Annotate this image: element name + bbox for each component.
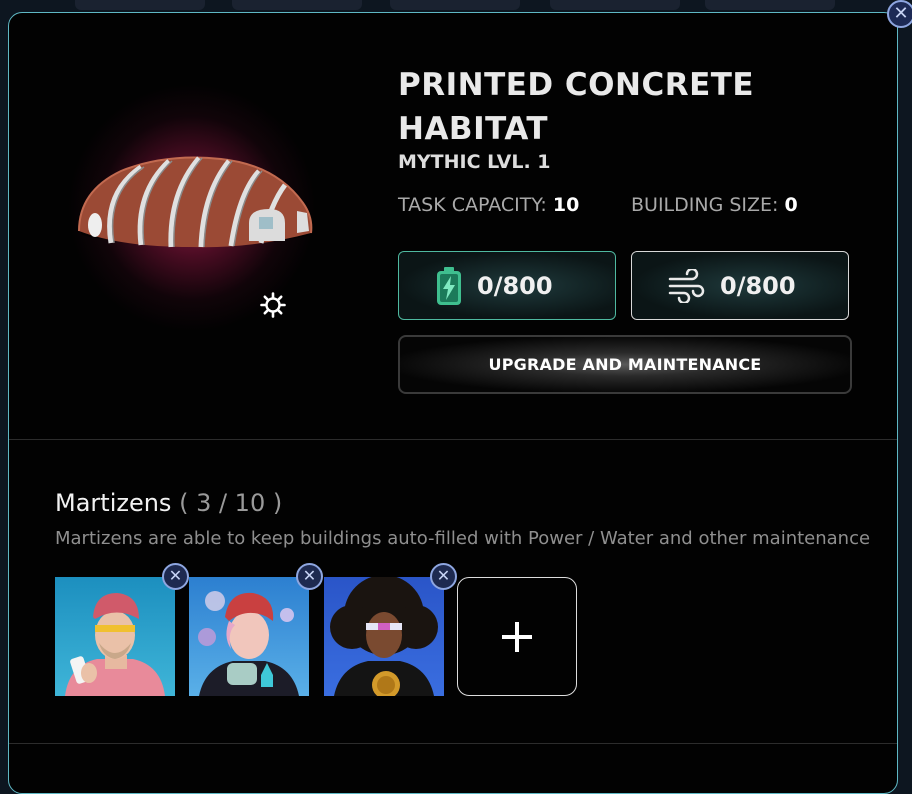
- close-icon[interactable]: ✕: [887, 0, 912, 28]
- add-martizen-button[interactable]: [457, 577, 577, 696]
- remove-martizen-button[interactable]: ✕: [162, 563, 189, 590]
- background-tile: [75, 0, 205, 10]
- martizens-heading: Martizens ( 3 / 10 ): [55, 489, 282, 517]
- wind-value: 0/800: [720, 271, 796, 300]
- building-size: BUILDING SIZE: 0: [631, 194, 798, 216]
- martizen-avatar[interactable]: [55, 577, 175, 696]
- battery-icon: [435, 266, 463, 306]
- remove-martizen-button[interactable]: ✕: [296, 563, 323, 590]
- background-tile: [705, 0, 835, 10]
- background-tile: [550, 0, 680, 10]
- section-divider: [9, 743, 897, 744]
- building-title: PRINTED CONCRETE HABITAT: [398, 67, 755, 147]
- wind-resource[interactable]: 0/800: [631, 251, 849, 320]
- power-value: 0/800: [477, 271, 553, 300]
- martizens-title: Martizens: [55, 489, 172, 517]
- section-divider: [9, 439, 897, 440]
- background-tile: [232, 0, 362, 10]
- habitat-image: [78, 156, 313, 248]
- task-capacity-value: 10: [552, 194, 580, 216]
- rarity-level: MYTHIC LVL. 1: [398, 151, 551, 173]
- building-size-label: BUILDING SIZE:: [631, 194, 779, 216]
- task-capacity-label: TASK CAPACITY:: [398, 194, 547, 216]
- martizen-avatar[interactable]: [189, 577, 309, 696]
- martizens-description: Martizens are able to keep buildings aut…: [55, 528, 871, 549]
- background-tile: [390, 0, 520, 10]
- martizen-avatar[interactable]: [324, 577, 444, 696]
- plus-icon: [502, 621, 532, 652]
- wind-icon: [668, 268, 706, 303]
- martizens-count: ( 3 / 10 ): [179, 489, 283, 517]
- task-capacity: TASK CAPACITY: 10: [398, 194, 579, 216]
- building-modal: PRINTED CONCRETE HABITAT MYTHIC LVL. 1 T…: [8, 12, 898, 794]
- power-resource[interactable]: 0/800: [398, 251, 616, 320]
- upgrade-maintenance-button[interactable]: UPGRADE AND MAINTENANCE: [398, 335, 852, 394]
- building-size-value: 0: [784, 194, 798, 216]
- gear-icon[interactable]: [259, 291, 287, 319]
- remove-martizen-button[interactable]: ✕: [430, 563, 457, 590]
